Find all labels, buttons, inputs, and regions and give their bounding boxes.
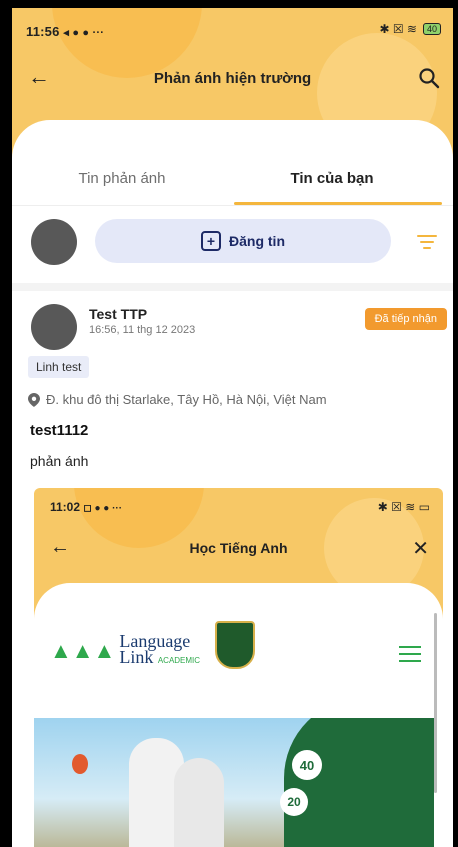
tab-divider (12, 205, 453, 206)
logo-mark-icon: ▲▲▲ (50, 638, 116, 663)
embedded-sheet: ▲▲▲ Language Link ACADEMIC 40 20 (34, 583, 443, 847)
embedded-status-icons: ✱ ☒ ≋ ▭ (377, 500, 430, 514)
tab-bar: Tin phản ánh Tin của bạn (12, 158, 453, 206)
badge-40: 40 (292, 750, 322, 780)
battery-icon: 40 (422, 23, 441, 35)
compose-row: + Đăng tin (12, 217, 453, 269)
post-author: Test TTP (89, 306, 148, 322)
banner-green-shape (284, 718, 434, 847)
author-avatar (31, 304, 77, 350)
school-crest-icon (215, 621, 255, 669)
badge-20: 20 (280, 788, 308, 816)
filter-icon[interactable] (417, 235, 437, 253)
post-tag: Linh test (28, 356, 90, 378)
post-news-button[interactable]: + Đăng tin (95, 219, 391, 263)
post-location: Đ. khu đô thị Starlake, Tây Hồ, Hà Nội, … (28, 392, 327, 407)
page-title: Phản ánh hiện trường (153, 70, 312, 87)
status-icons: ✱ ☒ ≋ 40 (379, 22, 441, 36)
tab-tin-cua-ban[interactable]: Tin của bạn (232, 170, 432, 187)
status-time: 11:56 ◂ ● ● ··· (26, 24, 105, 39)
location-text: Đ. khu đô thị Starlake, Tây Hồ, Hà Nội, … (46, 392, 327, 407)
top-app-bar: ← Phản ánh hiện trường (12, 60, 453, 100)
post-news-label: Đăng tin (229, 233, 285, 249)
post-time: 16:56, 11 thg 12 2023 (89, 324, 196, 336)
tab-tin-phan-anh[interactable]: Tin phản ánh (22, 170, 222, 187)
language-link-logo: ▲▲▲ Language Link ACADEMIC (50, 631, 201, 667)
status-badge: Đã tiếp nhận (364, 308, 447, 330)
avatar (31, 219, 77, 265)
hamburger-menu-icon (399, 646, 421, 667)
system-icons: ✱ ☒ ≋ (379, 22, 417, 36)
banner-student (174, 758, 224, 847)
section-divider (12, 283, 453, 291)
location-pin-icon (28, 392, 40, 407)
embedded-title: Học Tiếng Anh (189, 540, 288, 556)
close-icon: ✕ (412, 538, 429, 560)
hot-air-balloon-icon (72, 754, 88, 774)
post-title: test1112 (30, 422, 89, 439)
promo-banner: 40 20 (34, 718, 434, 847)
plus-icon: + (201, 231, 221, 251)
app-frame: 11:56 ◂ ● ● ··· ✱ ☒ ≋ 40 ← Phản ánh hiện… (12, 8, 453, 847)
embedded-app-bar: ← Học Tiếng Anh ✕ (34, 536, 443, 566)
embedded-status-time: 11:02 ◻ ● ● ··· (50, 500, 123, 514)
scrollbar (434, 613, 437, 793)
post-image[interactable]: 11:02 ◻ ● ● ··· ✱ ☒ ≋ ▭ ← Học Tiếng Anh … (34, 488, 443, 847)
status-bar: 11:56 ◂ ● ● ··· ✱ ☒ ≋ 40 (12, 18, 453, 44)
post-body: phản ánh (30, 453, 89, 469)
embedded-status-bar: 11:02 ◻ ● ● ··· ✱ ☒ ≋ ▭ (50, 500, 430, 514)
search-icon[interactable] (417, 66, 441, 90)
